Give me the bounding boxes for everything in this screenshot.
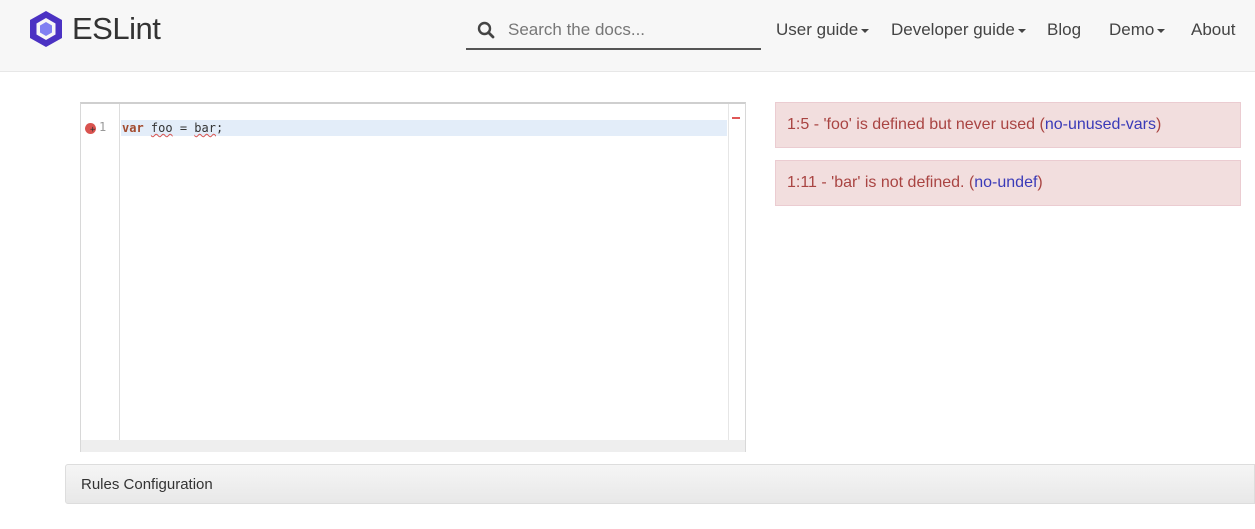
line-number: 1 [99, 120, 107, 134]
search-box [466, 12, 761, 50]
horizontal-scrollbar[interactable] [81, 440, 745, 452]
eslint-logo-icon [30, 11, 62, 47]
caret-down-icon [1017, 29, 1026, 33]
code-value: bar [194, 121, 216, 135]
lint-message: 1:5 - 'foo' is defined but never used (n… [775, 102, 1241, 148]
code-identifier: foo [150, 121, 173, 135]
rules-configuration-label: Rules Configuration [81, 475, 213, 493]
code-semicolon: ; [215, 121, 224, 135]
navbar: ESLint User guide Developer guide Blog D… [0, 0, 1255, 72]
lint-message-text: 1:11 - 'bar' is not defined. ( [787, 174, 975, 191]
code-line[interactable]: var foo = bar; [122, 120, 223, 136]
code-keyword: var [122, 121, 144, 135]
caret-down-icon [861, 29, 870, 33]
lint-message: 1:11 - 'bar' is not defined. (no-undef) [775, 160, 1241, 206]
nav-blog-label: Blog [1047, 20, 1082, 39]
nav-user-guide-label: User guide [776, 20, 859, 39]
rule-link-no-undef[interactable]: no-undef [974, 174, 1037, 192]
lint-message-text: 1:5 - 'foo' is defined but never used ( [787, 116, 1045, 133]
brand-name: ESLint [72, 11, 161, 46]
error-overview-marker[interactable] [732, 117, 740, 119]
rule-link-no-unused-vars[interactable]: no-unused-vars [1045, 116, 1156, 134]
error-marker-icon[interactable] [85, 123, 96, 135]
rules-configuration-toggle[interactable]: Rules Configuration [65, 464, 1255, 504]
lint-message-close: ) [1156, 116, 1162, 133]
caret-down-icon [1157, 29, 1166, 33]
vertical-scrollbar[interactable] [728, 104, 745, 440]
brand-logo-link[interactable]: ESLint [26, 9, 161, 49]
search-icon[interactable] [466, 11, 506, 49]
nav-developer-guide-label: Developer guide [891, 20, 1015, 39]
search-input[interactable] [508, 20, 748, 40]
nav-blog[interactable]: Blog [1047, 17, 1081, 43]
editor-gutter: 1 [81, 104, 120, 440]
code-operator: = [172, 121, 195, 135]
nav-developer-guide[interactable]: Developer guide [891, 17, 1026, 43]
lint-message-close: ) [1037, 174, 1043, 191]
nav-demo-label: Demo [1109, 20, 1155, 39]
nav-demo[interactable]: Demo [1109, 17, 1166, 43]
code-editor[interactable]: 1 var foo = bar; [80, 102, 746, 452]
nav-about[interactable]: About [1191, 17, 1235, 43]
nav-user-guide[interactable]: User guide [776, 17, 870, 43]
nav-about-label: About [1191, 20, 1236, 39]
